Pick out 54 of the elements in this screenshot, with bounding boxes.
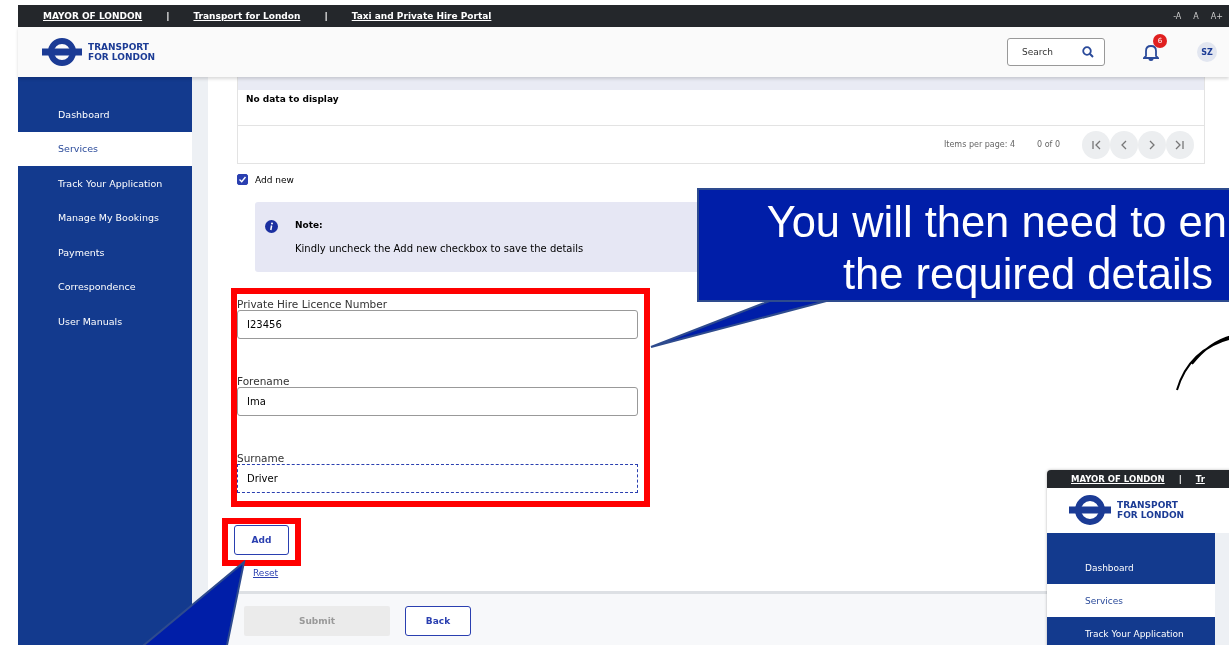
sidebar-item[interactable]: Dashboard — [18, 97, 192, 132]
separator: | — [1178, 473, 1182, 484]
curved-arrow — [1174, 334, 1229, 392]
bell-icon[interactable] — [1143, 43, 1159, 61]
footer-button[interactable]: Back — [405, 606, 471, 636]
search-field[interactable]: Search — [1007, 38, 1105, 66]
field-label: Private Hire Licence Number — [237, 298, 389, 310]
page-range: 0 of 0 — [1037, 140, 1060, 149]
text-size-button[interactable]: -A — [1173, 11, 1182, 21]
callout-text: the required details — [843, 249, 1213, 300]
sidebar-item[interactable]: Correspondence — [18, 269, 192, 304]
sidebar-item[interactable]: Manage My Bookings — [18, 200, 192, 235]
field-label: Forename — [237, 375, 291, 387]
top-link[interactable]: Taxi and Private Hire Portal — [351, 11, 492, 21]
field-label: Surname — [237, 452, 286, 464]
top-link[interactable]: MAYOR OF LONDON — [43, 11, 143, 21]
roundel-logo-icon — [42, 36, 82, 68]
empty-message: No data to display — [238, 90, 1204, 126]
next-page-button[interactable] — [1138, 130, 1166, 159]
sidebar-item[interactable]: Payments — [18, 235, 192, 270]
input-field[interactable]: Ima — [237, 387, 638, 416]
sidebar-item[interactable]: Services — [18, 131, 192, 166]
last-page-button[interactable] — [1166, 130, 1194, 159]
checkbox[interactable] — [237, 174, 248, 185]
logo-text: TRANSPORT FOR LONDON — [1117, 500, 1185, 521]
input-field[interactable]: I23456 — [237, 310, 638, 339]
input-field[interactable]: Driver — [237, 464, 638, 493]
sidebar-item[interactable]: Services — [1047, 584, 1215, 617]
top-link[interactable]: MAYOR OF LONDON — [1071, 473, 1165, 484]
separator: | — [324, 11, 328, 21]
checkbox-label: Add new — [255, 174, 294, 185]
last-page-icon — [1174, 138, 1186, 151]
top-link[interactable]: Transport for London — [193, 11, 301, 21]
text-size-button[interactable]: A — [1193, 11, 1199, 21]
roundel-logo-icon — [1069, 493, 1111, 528]
reset-link[interactable]: Reset — [253, 568, 279, 578]
logo-text: TRANSPORT FOR LONDON — [88, 42, 156, 62]
user-avatar[interactable]: SZ — [1197, 42, 1217, 62]
items-per-page: Items per page: 4 — [943, 140, 1015, 149]
previous-page-button[interactable] — [1110, 130, 1138, 159]
sidebar-item[interactable]: Track Your Application — [1047, 617, 1215, 645]
top-link[interactable]: Tr — [1195, 473, 1205, 484]
first-page-button[interactable] — [1082, 130, 1110, 159]
callout-text: You will then need to en — [766, 197, 1227, 248]
sidebar-item[interactable]: Dashboard — [1047, 551, 1215, 584]
add-button[interactable]: Add — [234, 525, 289, 555]
sidebar-item[interactable]: User Manuals — [18, 304, 192, 339]
info-icon — [265, 220, 278, 233]
separator: | — [166, 11, 170, 21]
note-text: Kindly uncheck the Add new checkbox to save the details — [295, 243, 585, 254]
first-page-icon — [1090, 138, 1102, 151]
text-size-button[interactable]: A+ — [1210, 11, 1223, 21]
search-icon — [1082, 46, 1094, 58]
sidebar-item[interactable]: Track Your Application — [18, 166, 192, 201]
